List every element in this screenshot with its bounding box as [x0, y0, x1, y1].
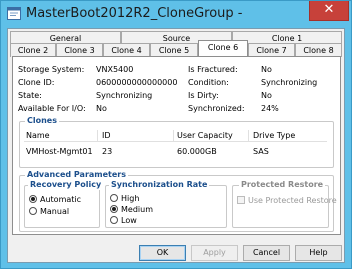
clones-group: Clones Name ID User Capacity Drive Type … [19, 116, 334, 168]
radio-unselected-icon [29, 207, 37, 215]
is-dirty-value: No [261, 91, 272, 100]
column-header-drive-type[interactable]: Drive Type [253, 130, 295, 141]
tab-clone-1-label: Clone 1 [271, 34, 303, 43]
apply-button-label: Apply [203, 248, 226, 257]
synchronized-label: Synchronized: [188, 104, 245, 113]
clones-group-title: Clones [25, 116, 59, 126]
sync-rate-title: Synchronization Rate [109, 180, 210, 190]
cell-drive-type: SAS [253, 147, 269, 156]
close-button[interactable]: ✕ [309, 1, 349, 21]
available-io-value: No [96, 104, 107, 113]
tab-clone-8-label: Clone 8 [303, 46, 334, 55]
radio-unselected-icon [110, 216, 118, 224]
tab-clone-8[interactable]: Clone 8 [295, 43, 342, 57]
radio-selected-icon [110, 205, 118, 213]
tab-clone-6[interactable]: Clone 6 [198, 40, 248, 56]
recovery-policy-group: Recovery Policy Automatic Manual [24, 180, 104, 228]
tab-clone-7-label: Clone 7 [256, 46, 287, 55]
advanced-parameters-group: Advanced Parameters Recovery Policy Auto… [19, 170, 337, 232]
apply-button[interactable]: Apply [191, 245, 238, 261]
table-row[interactable]: VMHost-Mgmt01 23 60.000GB SAS [24, 146, 327, 158]
cancel-button-label: Cancel [252, 248, 281, 257]
help-button[interactable]: Help [295, 245, 342, 261]
clone-id-value: 0600000000000000 [96, 78, 178, 87]
condition-value: Synchronizing [261, 78, 318, 87]
clone-id-label: Clone ID: [18, 78, 55, 87]
cell-user-capacity: 60.000GB [177, 147, 217, 156]
tab-clone-3[interactable]: Clone 3 [56, 43, 103, 57]
column-header-id[interactable]: ID [102, 130, 111, 141]
help-button-label: Help [309, 248, 328, 257]
column-divider[interactable] [173, 130, 174, 141]
tab-source-label: Source [162, 34, 191, 43]
tab-clone-6-label: Clone 6 [207, 43, 239, 52]
ok-button[interactable]: OK [139, 245, 186, 261]
tab-clone-4[interactable]: Clone 4 [103, 43, 150, 57]
is-dirty-label: Is Dirty: [188, 91, 219, 100]
storage-system-value: VNX5400 [96, 65, 134, 74]
protected-restore-group: Protected Restore Use Protected Restore [232, 180, 337, 228]
tab-general-label: General [49, 34, 82, 43]
recovery-manual-radio[interactable]: Manual [29, 207, 69, 217]
tab-clone-5[interactable]: Clone 5 [150, 43, 198, 57]
recovery-automatic-radio[interactable]: Automatic [29, 195, 81, 205]
synchronized-value: 24% [261, 104, 279, 113]
protected-restore-title: Protected Restore [239, 180, 326, 190]
column-divider[interactable] [97, 130, 98, 141]
clone-properties-window: MasterBoot2012R2_CloneGroup - Clone Pr..… [0, 0, 352, 269]
column-header-name[interactable]: Name [26, 130, 50, 141]
cell-id: 23 [102, 147, 113, 156]
radio-unselected-icon [110, 194, 118, 202]
column-header-user-capacity[interactable]: User Capacity [177, 130, 233, 141]
clones-table-header: Name ID User Capacity Drive Type [24, 130, 327, 142]
recovery-automatic-label: Automatic [40, 195, 82, 204]
sync-rate-high-label: High [121, 194, 140, 203]
sync-rate-low-radio[interactable]: Low [110, 216, 137, 226]
radio-selected-icon [29, 195, 37, 203]
state-value: Synchronizing [96, 91, 153, 100]
state-label: State: [18, 91, 42, 100]
cancel-button[interactable]: Cancel [243, 245, 290, 261]
is-fractured-label: Is Fractured: [188, 65, 238, 74]
tab-clone-2-label: Clone 2 [17, 46, 49, 55]
sync-rate-medium-label: Medium [121, 205, 153, 214]
tab-clone-2[interactable]: Clone 2 [10, 43, 56, 57]
column-divider[interactable] [248, 130, 249, 141]
sync-rate-high-radio[interactable]: High [110, 194, 139, 204]
close-icon: ✕ [323, 2, 335, 17]
dialog-client-area: General Source Clone 1 Clone 2 Clone 3 C… [7, 28, 345, 263]
checkbox-icon [237, 196, 245, 204]
advanced-parameters-title: Advanced Parameters [25, 170, 129, 180]
storage-system-label: Storage System: [18, 65, 85, 74]
is-fractured-value: No [261, 65, 272, 74]
tab-clone-4-label: Clone 4 [111, 46, 142, 55]
window-app-icon [7, 7, 21, 20]
tab-clone-7[interactable]: Clone 7 [248, 43, 295, 57]
ok-button-label: OK [156, 248, 169, 257]
sync-rate-medium-radio[interactable]: Medium [110, 205, 153, 215]
sync-rate-low-label: Low [121, 216, 137, 225]
use-protected-restore-label: Use Protected Restore [248, 196, 337, 205]
recovery-policy-title: Recovery Policy [28, 180, 104, 190]
tab-clone-3-label: Clone 3 [64, 46, 95, 55]
sync-rate-group: Synchronization Rate High Medium Low [105, 180, 227, 228]
tab-clone-5-label: Clone 5 [158, 46, 190, 55]
window-title: MasterBoot2012R2_CloneGroup - Clone Pr..… [26, 6, 246, 21]
cell-name: VMHost-Mgmt01 [26, 147, 93, 156]
clone-6-panel: Storage System: VNX5400 Clone ID: 060000… [12, 56, 341, 235]
title-bar[interactable]: MasterBoot2012R2_CloneGroup - Clone Pr..… [1, 1, 351, 27]
condition-label: Condition: [188, 78, 229, 87]
use-protected-restore-checkbox[interactable]: Use Protected Restore [237, 196, 337, 206]
available-io-label: Available For I/O: [18, 104, 86, 113]
recovery-manual-label: Manual [40, 207, 70, 216]
